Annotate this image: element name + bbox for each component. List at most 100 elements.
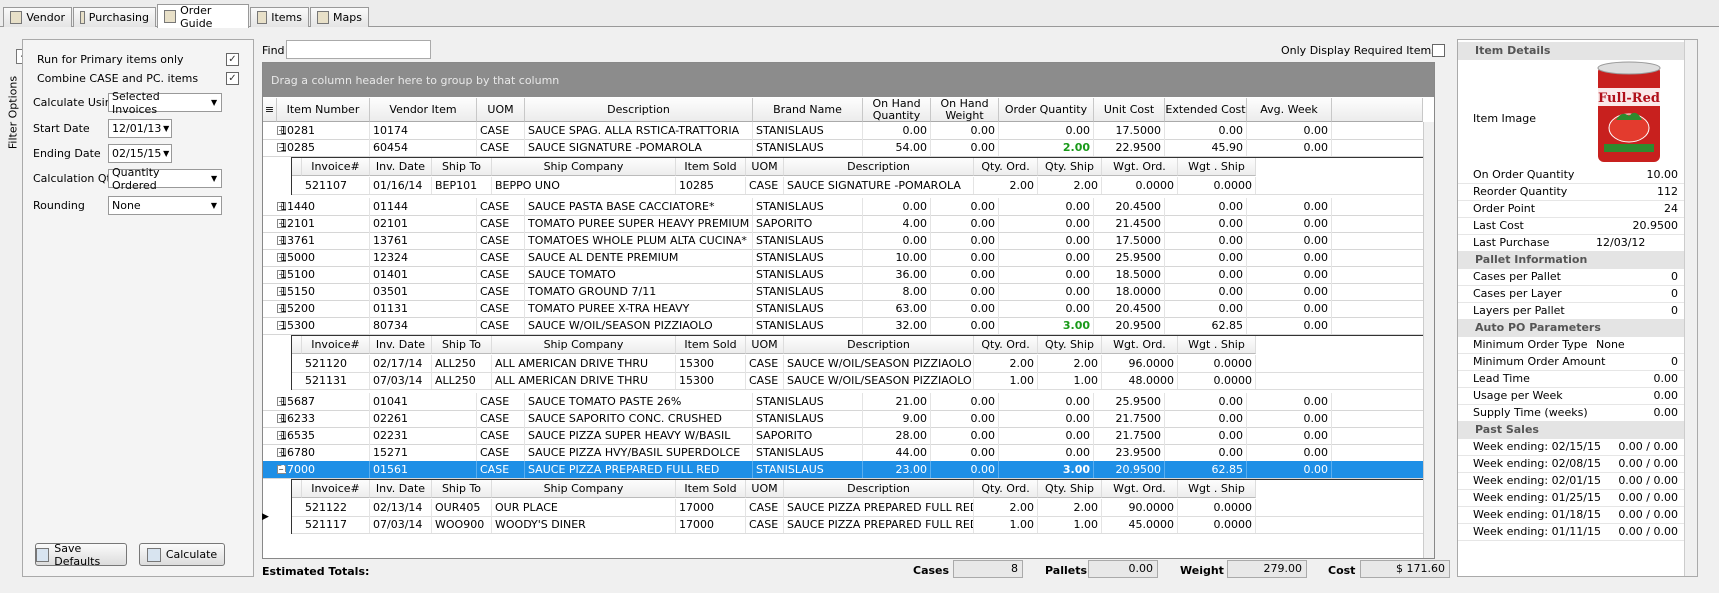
table-row[interactable]: +10281 10174 CASE SAUCE SPAG. ALLA RSTICA-T… bbox=[263, 122, 1434, 140]
table-row[interactable]: +15687 01041 CASE SAUCE TOMATO PASTE 26% STA… bbox=[263, 393, 1434, 411]
table-row[interactable]: −17000 01561 CASE SAUCE PIZZA PREPARED FULL… bbox=[263, 461, 1434, 479]
detail-cell-company: ALL AMERICAN DRIVE THRU bbox=[492, 372, 676, 389]
column-header-uom[interactable]: UOM bbox=[477, 98, 525, 122]
tab-order-guide[interactable]: Order Guide bbox=[157, 4, 249, 30]
detail-header-date[interactable]: Inv. Date bbox=[370, 336, 432, 354]
detail-header-inv[interactable]: Invoice# bbox=[302, 336, 370, 354]
detail-row[interactable]: 521131 07/03/14 ALL250 ALL AMERICAN DRIVE T… bbox=[292, 372, 1433, 390]
table-row[interactable]: +15150 03501 CASE TOMATO GROUND 7/11 STANISL… bbox=[263, 283, 1434, 301]
column-header-oh-qty[interactable]: On Hand Quantity bbox=[863, 97, 931, 122]
cell-oh-wt: 0.00 bbox=[931, 427, 999, 444]
cost-label: Cost bbox=[1328, 564, 1356, 577]
calculate-button[interactable]: Calculate bbox=[139, 543, 225, 566]
calc-using-select[interactable]: Selected Invoices ▼ bbox=[108, 90, 222, 116]
table-row[interactable]: −10285 60454 CASE SAUCE SIGNATURE -POMAROLA… bbox=[263, 139, 1434, 157]
cell-desc: SAUCE PIZZA SUPER HEAVY W/BASIL bbox=[525, 427, 753, 444]
table-row[interactable]: +15100 01401 CASE SAUCE TOMATO STANISLAUS 36.… bbox=[263, 266, 1434, 284]
detail-header-wgt-ord[interactable]: Wgt. Ord. bbox=[1102, 480, 1178, 498]
chevron-down-icon: ▼ bbox=[163, 149, 170, 158]
detail-header-qty-ord[interactable]: Qty. Ord. bbox=[974, 336, 1038, 354]
tab-purchasing[interactable]: Purchasing bbox=[73, 7, 156, 27]
detail-header-qty-ord[interactable]: Qty. Ord. bbox=[974, 158, 1038, 176]
detail-header-qty-ship[interactable]: Qty. Ship bbox=[1038, 336, 1102, 354]
column-chooser-button[interactable]: ≡ bbox=[263, 98, 277, 122]
column-header-brand[interactable]: Brand Name bbox=[753, 98, 863, 122]
group-by-panel[interactable]: Drag a column header here to group by th… bbox=[263, 63, 1434, 97]
detail-header-desc[interactable]: Description bbox=[784, 480, 974, 498]
table-row[interactable]: +15200 01131 CASE TOMATO PUREE X-TRA HEAVY S… bbox=[263, 300, 1434, 318]
column-header-unit-cost[interactable]: Unit Cost bbox=[1094, 98, 1165, 122]
cell-uom: CASE bbox=[477, 300, 525, 317]
cell-uom: CASE bbox=[477, 410, 525, 427]
detail-label: On Order Quantity bbox=[1473, 168, 1575, 181]
detail-header-wgt-ship[interactable]: Wgt . Ship bbox=[1178, 480, 1256, 498]
end-date-picker[interactable]: 02/15/15 ▼ bbox=[108, 144, 172, 163]
detail-header-wgt-ord[interactable]: Wgt. Ord. bbox=[1102, 336, 1178, 354]
detail-header-uom[interactable]: UOM bbox=[746, 158, 784, 176]
detail-value: 0.00 bbox=[1653, 406, 1679, 419]
detail-header-qty-ship[interactable]: Qty. Ship bbox=[1038, 480, 1102, 498]
calc-qty-select[interactable]: Quantity Ordered ▼ bbox=[108, 166, 222, 192]
detail-header-desc[interactable]: Description bbox=[784, 336, 974, 354]
cell-avg: 0.00 bbox=[1247, 232, 1332, 249]
detail-header-ship-to[interactable]: Ship To bbox=[432, 336, 492, 354]
detail-header-wgt-ord[interactable]: Wgt. Ord. bbox=[1102, 158, 1178, 176]
start-date-picker[interactable]: 12/01/13 ▼ bbox=[108, 119, 172, 138]
detail-header-desc[interactable]: Description bbox=[784, 158, 974, 176]
detail-header-company[interactable]: Ship Company bbox=[492, 480, 676, 498]
column-header-desc[interactable]: Description bbox=[525, 98, 753, 122]
detail-header-date[interactable]: Inv. Date bbox=[370, 158, 432, 176]
table-row[interactable]: +13761 13761 CASE TOMATOES WHOLE PLUM ALTA … bbox=[263, 232, 1434, 250]
cell-item: 15300 bbox=[277, 317, 370, 334]
column-header-avg[interactable]: Avg. Week bbox=[1247, 98, 1332, 122]
cell-desc: SAUCE TOMATO bbox=[525, 266, 753, 283]
table-row[interactable]: +15000 12324 CASE SAUCE AL DENTE PREMIUM STA… bbox=[263, 249, 1434, 267]
table-row[interactable]: −15300 80734 CASE SAUCE W/OIL/SEASON PIZZIA… bbox=[263, 317, 1434, 335]
combine-checkbox[interactable]: ✓ bbox=[226, 72, 239, 85]
column-header-vendor-item[interactable]: Vendor Item bbox=[370, 98, 477, 122]
detail-header-inv[interactable]: Invoice# bbox=[302, 158, 370, 176]
combine-label: Combine CASE and PC. items bbox=[37, 72, 199, 85]
detail-header-ship-to[interactable]: Ship To bbox=[432, 480, 492, 498]
detail-header-sold[interactable]: Item Sold bbox=[676, 480, 746, 498]
table-row[interactable]: +11440 01144 CASE SAUCE PASTA BASE CACCIATO… bbox=[263, 198, 1434, 216]
rounding-select[interactable]: None ▼ bbox=[108, 196, 222, 215]
column-header-order-qty[interactable]: Order Quantity bbox=[999, 98, 1094, 122]
detail-header-wgt-ship[interactable]: Wgt . Ship bbox=[1178, 336, 1256, 354]
detail-header-date[interactable]: Inv. Date bbox=[370, 480, 432, 498]
detail-header-wgt-ship[interactable]: Wgt . Ship bbox=[1178, 158, 1256, 176]
chevron-down-icon: ▼ bbox=[211, 98, 218, 107]
detail-cell-uom: CASE bbox=[746, 516, 784, 533]
detail-header-uom[interactable]: UOM bbox=[746, 336, 784, 354]
find-input[interactable] bbox=[286, 40, 431, 59]
only-required-checkbox[interactable] bbox=[1432, 44, 1445, 57]
grid-scrollbar[interactable] bbox=[1423, 122, 1434, 558]
detail-header-qty-ship[interactable]: Qty. Ship bbox=[1038, 158, 1102, 176]
detail-header-sold[interactable]: Item Sold bbox=[676, 336, 746, 354]
tab-vendor[interactable]: Vendor bbox=[3, 7, 72, 27]
primary-only-checkbox[interactable]: ✓ bbox=[226, 53, 239, 66]
table-row[interactable]: +16233 02261 CASE SAUCE SAPORITO CONC. CRUS… bbox=[263, 410, 1434, 428]
save-defaults-button[interactable]: Save Defaults bbox=[35, 542, 127, 568]
table-row[interactable]: +12101 02101 CASE TOMATO PUREE SUPER HEAVY … bbox=[263, 215, 1434, 233]
detail-row[interactable]: 521117 07/03/14 WOO900 WOODY'S DINER 17000 CA… bbox=[292, 516, 1433, 534]
detail-header-uom[interactable]: UOM bbox=[746, 480, 784, 498]
detail-header-company[interactable]: Ship Company bbox=[492, 336, 676, 354]
tab-items[interactable]: Items bbox=[250, 7, 309, 27]
detail-value: 0.00 / 0.00 bbox=[1618, 491, 1678, 504]
tab-maps[interactable]: Maps bbox=[310, 7, 369, 27]
item-details-scrollbar[interactable] bbox=[1684, 40, 1697, 576]
detail-row[interactable]: 521120 02/17/14 ALL250 ALL AMERICAN DRIVE T… bbox=[292, 355, 1433, 373]
table-row[interactable]: +16780 15271 CASE SAUCE PIZZA HVY/BASIL SUP… bbox=[263, 444, 1434, 462]
detail-header-qty-ord[interactable]: Qty. Ord. bbox=[974, 480, 1038, 498]
column-header-oh-wt[interactable]: On Hand Weight bbox=[931, 97, 999, 122]
column-header-item[interactable]: Item Number bbox=[277, 98, 370, 122]
column-header-ext-cost[interactable]: Extended Cost bbox=[1165, 98, 1247, 122]
detail-header-company[interactable]: Ship Company bbox=[492, 158, 676, 176]
detail-row[interactable]: 521122 02/13/14 OUR405 OUR PLACE 17000 CASE SA… bbox=[292, 499, 1433, 517]
table-row[interactable]: +16535 02231 CASE SAUCE PIZZA SUPER HEAVY W… bbox=[263, 427, 1434, 445]
detail-header-inv[interactable]: Invoice# bbox=[302, 480, 370, 498]
detail-header-ship-to[interactable]: Ship To bbox=[432, 158, 492, 176]
detail-header-sold[interactable]: Item Sold bbox=[676, 158, 746, 176]
detail-row[interactable]: 521107 01/16/14 BEP101 BEPPO UNO 10285 CASE SA… bbox=[292, 177, 1433, 195]
